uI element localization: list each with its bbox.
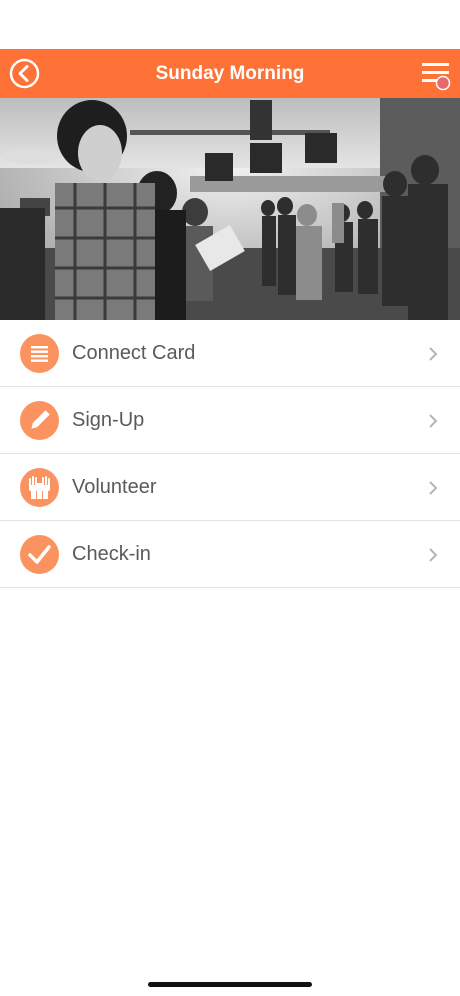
- connect-card-icon: [20, 334, 59, 373]
- back-arrow-circle-icon: [9, 58, 40, 89]
- status-bar: [0, 0, 460, 49]
- menu-list: Connect Card Sign-Up Volunteer Check-in: [0, 320, 460, 588]
- hero-image: [0, 98, 460, 320]
- header-bar: Sunday Morning: [0, 49, 460, 98]
- pencil-icon: [20, 401, 59, 440]
- list-item-label: Volunteer: [72, 476, 157, 498]
- list-item-label: Connect Card: [72, 342, 196, 364]
- list-item-label: Check-in: [72, 543, 151, 565]
- hamburger-menu-icon: [422, 63, 451, 91]
- checkmark-icon: [20, 535, 59, 574]
- chevron-right-icon: [429, 347, 438, 361]
- list-item-label: Sign-Up: [72, 409, 145, 431]
- page-title: Sunday Morning: [155, 63, 305, 84]
- list-item-sign-up[interactable]: Sign-Up: [0, 387, 460, 454]
- chevron-right-icon: [429, 548, 438, 562]
- chevron-right-icon: [429, 414, 438, 428]
- chevron-right-icon: [429, 481, 438, 495]
- raised-hands-icon: [20, 468, 59, 507]
- menu-button[interactable]: [420, 59, 452, 91]
- back-button[interactable]: [9, 58, 40, 89]
- home-indicator: [148, 982, 312, 987]
- list-item-check-in[interactable]: Check-in: [0, 521, 460, 588]
- list-item-volunteer[interactable]: Volunteer: [0, 454, 460, 521]
- list-item-connect-card[interactable]: Connect Card: [0, 320, 460, 387]
